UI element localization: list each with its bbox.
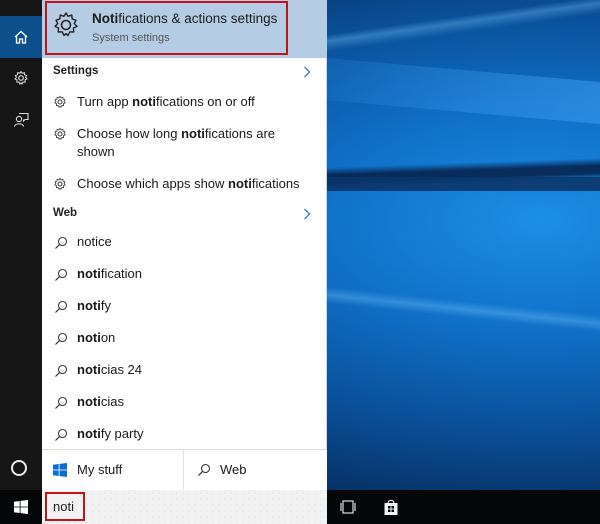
chevron-right-icon[interactable] [303, 208, 311, 220]
best-match-subtitle: System settings [92, 32, 170, 44]
web-suggestion-text: notify party [77, 426, 143, 441]
gear-icon [54, 177, 66, 190]
web-suggestion-item[interactable]: noticias [42, 390, 327, 418]
best-match-title-rest: fications & actions settings [118, 11, 278, 26]
text-plain: cias 24 [100, 362, 143, 377]
text-plain: fication [100, 266, 143, 281]
web-suggestion-item[interactable]: noticias 24 [42, 358, 327, 386]
text-bold-match: noti [132, 94, 156, 109]
text-bold-match: noti [228, 176, 252, 191]
web-suggestion-item[interactable]: notify [42, 294, 327, 322]
web-suggestion-item[interactable]: notion [42, 326, 327, 354]
settings-result-item[interactable]: Choose how long notifications are shown [42, 124, 327, 164]
search-icon [55, 364, 68, 377]
gear-icon [14, 70, 28, 85]
text-bold-match: noti [77, 330, 101, 345]
text-plain: fications [251, 176, 300, 191]
web-suggestion-item[interactable]: notification [42, 262, 327, 290]
windows-start-icon [14, 500, 28, 514]
text-plain: Turn app [77, 94, 133, 109]
text-bold-match: noti [77, 266, 101, 281]
text-plain: fications on or off [156, 94, 255, 109]
text-plain: fy party [100, 426, 144, 441]
search-results-panel: Notifications & actions settings System … [42, 0, 327, 490]
taskbar [0, 490, 600, 524]
home-icon [14, 30, 28, 44]
search-input[interactable] [47, 494, 83, 519]
taskbar-search-box[interactable] [42, 490, 327, 524]
web-suggestion-text: notify [77, 298, 111, 313]
web-section-header[interactable]: Web [53, 207, 77, 219]
text-plain: Choose how long [77, 126, 182, 141]
gear-icon [54, 127, 66, 140]
search-input-outline [45, 492, 85, 521]
text-plain: notice [77, 234, 112, 249]
wallpaper-dark-band [326, 177, 600, 191]
text-plain: cias [100, 394, 124, 409]
feedback-icon [13, 112, 29, 127]
text-bold-match: noti [77, 426, 101, 441]
task-view-icon[interactable] [339, 498, 357, 516]
web-suggestion-text: notion [77, 330, 115, 345]
web-suggestion-text: noticias 24 [77, 362, 142, 377]
web-suggestion-text: noticias [77, 394, 124, 409]
store-icon[interactable] [382, 498, 400, 516]
web-suggestion-text: notice [77, 234, 112, 249]
settings-result-text: Turn app notifications on or off [77, 93, 317, 111]
text-bold-match: noti [77, 298, 101, 313]
settings-result-item[interactable]: Choose which apps show notifications [42, 174, 327, 196]
web-suggestion-item[interactable]: notify party [42, 422, 327, 450]
search-icon [55, 428, 68, 441]
web-suggestion-text: notification [77, 266, 142, 281]
search-icon [55, 268, 68, 281]
best-match-outline [45, 1, 288, 55]
search-icon [55, 396, 68, 409]
search-icon [55, 236, 68, 249]
text-bold-match: noti [181, 126, 205, 141]
start-left-rail [0, 0, 42, 490]
wallpaper-light-beam [326, 58, 600, 124]
windows-logo-icon [53, 463, 67, 477]
text-plain: on [100, 330, 116, 345]
rail-settings-button[interactable] [0, 57, 42, 99]
chevron-right-icon[interactable] [303, 66, 311, 78]
text-plain: fy [100, 298, 111, 313]
rail-home-button[interactable] [0, 16, 42, 58]
gear-icon [54, 12, 78, 37]
search-scope-tabs: My stuff Web [42, 449, 327, 490]
search-icon [198, 463, 211, 476]
best-match-title-bold: Noti [92, 11, 119, 26]
web-suggestion-item[interactable]: notice [42, 230, 327, 258]
gear-icon [54, 95, 66, 108]
best-match-title: Notifications & actions settings [92, 11, 277, 26]
settings-result-text: Choose how long notifications are shown [77, 125, 292, 161]
search-icon [55, 332, 68, 345]
cortana-circle-icon[interactable] [11, 460, 27, 476]
tab-web-label: Web [220, 462, 247, 477]
text-bold-match: noti [77, 394, 101, 409]
tab-web[interactable]: Web [184, 450, 327, 490]
settings-result-item[interactable]: Turn app notifications on or off [42, 92, 327, 114]
settings-result-text: Choose which apps show notifications [77, 175, 317, 193]
tab-my-stuff[interactable]: My stuff [42, 450, 184, 490]
search-icon [55, 300, 68, 313]
settings-section-header[interactable]: Settings [53, 65, 98, 77]
tab-my-stuff-label: My stuff [77, 462, 123, 477]
text-bold-match: noti [77, 362, 101, 377]
best-match-result[interactable]: Notifications & actions settings System … [42, 0, 327, 58]
text-plain: Choose which apps show [77, 176, 229, 191]
rail-feedback-button[interactable] [0, 99, 42, 141]
start-button[interactable] [0, 490, 42, 524]
